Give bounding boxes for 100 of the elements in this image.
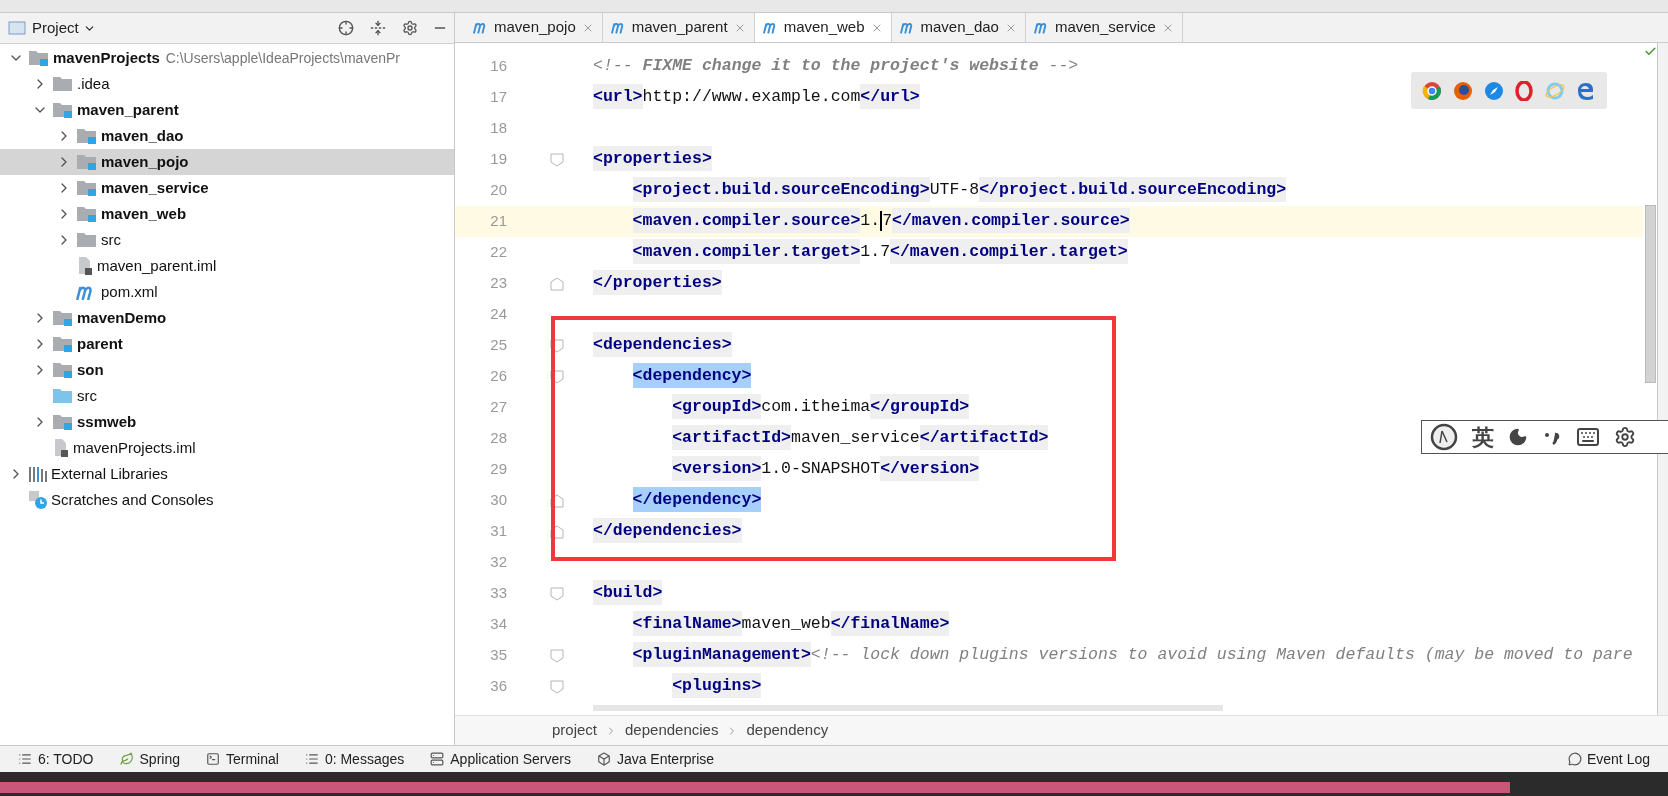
tree-item[interactable]: .idea [0,71,454,97]
tree-label: maven_dao [101,125,184,146]
tool-window-button[interactable]: Spring [119,748,180,770]
xml-tag: </project.build.sourceEncoding> [979,177,1287,203]
tree-item[interactable]: mavenDemo [0,305,454,331]
module-folder-icon [52,413,74,431]
tool-window-button[interactable]: 6: TODO [18,748,94,770]
xml-tag: </maven.compiler.source> [892,208,1130,234]
player-progress-bar[interactable] [0,772,1668,796]
editor-tab[interactable]: maven_web [754,13,892,42]
chrome-icon[interactable] [1422,80,1443,101]
input-mode-toggle[interactable]: 英 [1472,420,1494,454]
box-icon [596,752,611,766]
tree-label: maven_web [101,203,187,224]
tree-item[interactable]: mavenProjects.iml [0,435,454,461]
line-number: 24 [489,304,508,325]
fold-marker-icon[interactable] [550,338,564,353]
fold-marker-icon[interactable] [550,276,564,291]
fold-marker-icon[interactable] [550,586,564,601]
tree-item[interactable]: Scratches and Consoles [0,487,454,513]
xml-tag: <artifactId> [672,425,791,451]
fold-marker-icon[interactable] [550,152,564,167]
tool-window-button[interactable]: Terminal [206,748,279,770]
line-number: 31 [489,521,508,542]
tree-item[interactable]: External Libraries [0,461,454,487]
breadcrumb-item[interactable]: dependencies [625,719,719,742]
module-folder-icon [52,361,74,379]
tool-window-button[interactable]: Java Enterprise [596,748,715,770]
messages-icon [304,752,319,766]
xml-tag: <project.build.sourceEncoding> [632,177,930,203]
editor-tab[interactable]: maven_service [1025,13,1183,42]
tree-item[interactable]: mavenProjects C:\Users\apple\IdeaProjects\mavenPr [0,45,454,71]
collapse-icon[interactable] [370,20,386,36]
tree-item[interactable]: maven_parent.iml [0,253,454,279]
firefox-icon[interactable] [1453,80,1473,101]
file-icon [52,438,70,458]
settings-icon[interactable] [1614,426,1636,448]
line-number: 26 [489,366,508,387]
tool-window-button[interactable]: 0: Messages [304,748,405,770]
tree-item[interactable]: src [0,227,454,253]
tree-item[interactable]: src [0,383,454,409]
moon-icon[interactable] [1508,427,1528,447]
settings-icon[interactable] [402,20,418,36]
tree-item[interactable]: ssmweb [0,409,454,435]
scratches-icon [28,490,48,510]
tag-value: maven_service [791,428,920,448]
editor-tab[interactable]: maven_dao [891,13,1026,42]
tree-item[interactable]: maven_pojo [0,149,454,175]
opera-icon[interactable] [1514,80,1535,101]
project-view-dropdown[interactable]: Project [32,16,96,40]
event-log-button[interactable]: Event Log [1567,748,1650,770]
module-folder-icon [28,49,50,67]
line-number: 20 [489,180,508,201]
tool-window-button[interactable]: Application Servers [430,748,571,770]
code-comment: <!-- FIXME change it to the project's website --> [593,56,1079,76]
module-folder-icon [76,179,98,197]
project-icon [8,21,26,35]
xml-tag: </maven.compiler.target> [890,239,1128,265]
fold-marker-icon[interactable] [550,648,564,663]
tree-path: C:\Users\apple\IdeaProjects\mavenPr [165,48,400,68]
xml-tag: <build> [593,580,663,606]
tree-label: maven_service [101,177,209,198]
breadcrumb-item[interactable]: project [552,719,598,742]
tree-item[interactable]: maven_web [0,201,454,227]
tree-item[interactable]: pom.xml [0,279,454,305]
tree-label: son [77,359,104,380]
line-number: 32 [489,552,508,573]
text-caret [880,210,883,231]
xml-tag: </groupId> [870,394,970,420]
breadcrumb-item[interactable]: dependency [746,719,829,742]
tree-item[interactable]: maven_dao [0,123,454,149]
line-number: 33 [489,583,508,604]
horizontal-scrollbar[interactable] [593,705,1223,711]
line-number: 22 [489,242,508,263]
fold-marker-icon[interactable] [550,679,564,694]
fold-marker-icon[interactable] [550,524,564,539]
tree-label: Scratches and Consoles [51,489,214,510]
tree-item[interactable]: son [0,357,454,383]
line-number: 29 [489,459,508,480]
tree-label: maven_parent.iml [97,255,217,276]
ime-logo-icon[interactable] [1430,423,1458,451]
tree-item[interactable]: parent [0,331,454,357]
xml-tag: <maven.compiler.source> [632,208,861,234]
compass-icon[interactable] [1483,80,1504,101]
tree-label: parent [77,333,123,354]
line-number: 16 [489,56,508,77]
tree-label: .idea [77,73,110,94]
line-number: 21 [489,211,508,232]
fold-marker-icon[interactable] [550,493,564,508]
module-folder-icon [52,101,74,119]
editor-tab[interactable]: maven_pojo [465,13,603,42]
keyboard-icon[interactable] [1576,425,1600,449]
vertical-scrollbar[interactable] [1644,205,1656,383]
tree-item[interactable]: maven_parent [0,97,454,123]
fold-marker-icon[interactable] [550,369,564,384]
code-comment: <!-- lock down plugins versions to avoid using Maven defaults (may be moved to pare [810,645,1633,665]
tree-item[interactable]: maven_service [0,175,454,201]
editor-tab[interactable]: maven_parent [602,13,755,42]
locate-icon[interactable] [338,20,354,36]
edge-icon[interactable] [1575,80,1596,101]
